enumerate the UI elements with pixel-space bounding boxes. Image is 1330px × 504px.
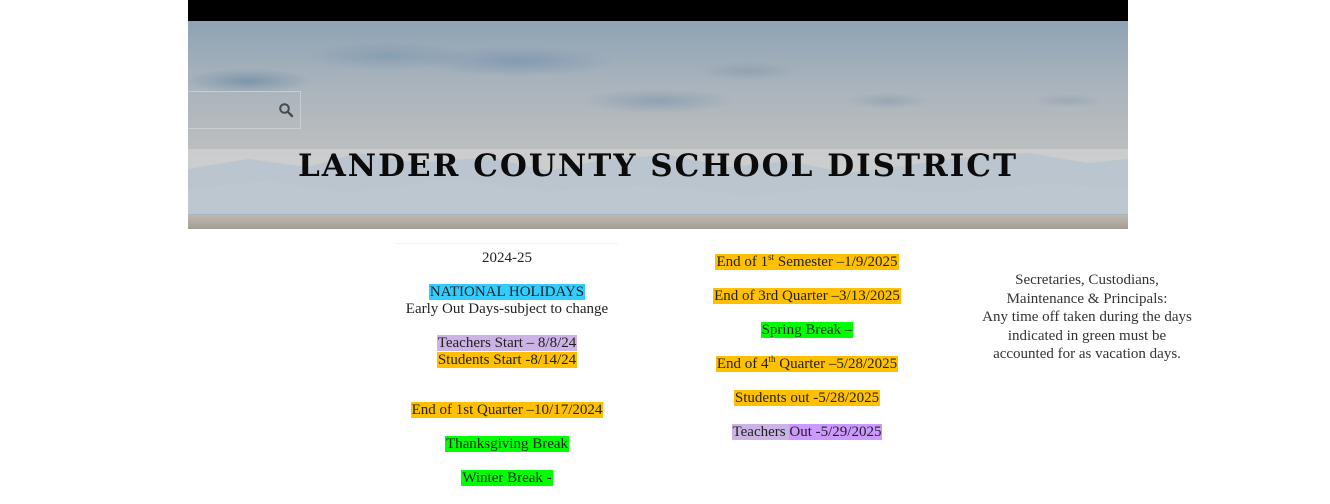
end-third-quarter: End of 3rd Quarter –3/13/2025 — [713, 288, 901, 304]
text: Quarter –5/28/2025 — [775, 356, 898, 372]
early-out-label: Early Out Days-subject to change — [405, 301, 609, 317]
top-bar — [188, 0, 1128, 21]
superscript: th — [768, 354, 776, 364]
text: End of 4 — [716, 356, 769, 372]
notice-line: indicated in green must be — [1007, 327, 1167, 344]
thanksgiving-break: Thanksgiving Break — [444, 436, 570, 452]
desert-ground — [188, 215, 1128, 229]
calendar-legend-left: 2024-25 NATIONAL HOLIDAYS Early Out Days… — [396, 243, 618, 487]
vacation-notice: Secretaries, Custodians, Maintenance & P… — [965, 271, 1209, 364]
hero-banner-image — [188, 21, 1128, 229]
notice-line: Any time off taken during the days — [982, 309, 1192, 325]
students-out: Students out -5/28/2025 — [733, 390, 881, 406]
search-icon[interactable] — [278, 102, 294, 118]
notice-line: Secretaries, Custodians, — [1015, 272, 1159, 288]
site-header: LANDER COUNTY SCHOOL DISTRICT — [188, 0, 1128, 229]
winter-break: Winter Break - — [461, 470, 553, 486]
students-start: Students Start -8/14/24 — [436, 352, 578, 368]
calendar-legend-middle: End of 1st Semester –1/9/2025 End of 3rd… — [660, 253, 954, 441]
national-holidays-label: NATIONAL HOLIDAYS — [428, 284, 586, 300]
teachers-out: Teachers Out -5/29/2025 — [660, 424, 954, 441]
spring-break: Spring Break – — [760, 322, 854, 338]
teachers-start: Teachers Start – 8/8/24 — [436, 335, 578, 351]
site-title[interactable]: LANDER COUNTY SCHOOL DISTRICT — [188, 148, 1128, 184]
text: Semester –1/9/2025 — [774, 254, 898, 270]
end-first-quarter: End of 1st Quarter –10/17/2024 — [410, 402, 604, 418]
notice-line: accounted for as vacation days. — [993, 346, 1181, 362]
end-fourth-quarter: End of 4th Quarter –5/28/2025 — [715, 354, 899, 372]
text: Teachers — [731, 424, 790, 440]
end-first-semester: End of 1st Semester –1/9/2025 — [715, 253, 899, 270]
search-input[interactable] — [188, 91, 301, 129]
notice-line: Maintenance & Principals: — [1006, 290, 1168, 307]
school-year: 2024-25 — [482, 250, 532, 266]
text: End of 1 — [716, 254, 769, 270]
text: Out -5/29/2025 — [789, 424, 883, 440]
